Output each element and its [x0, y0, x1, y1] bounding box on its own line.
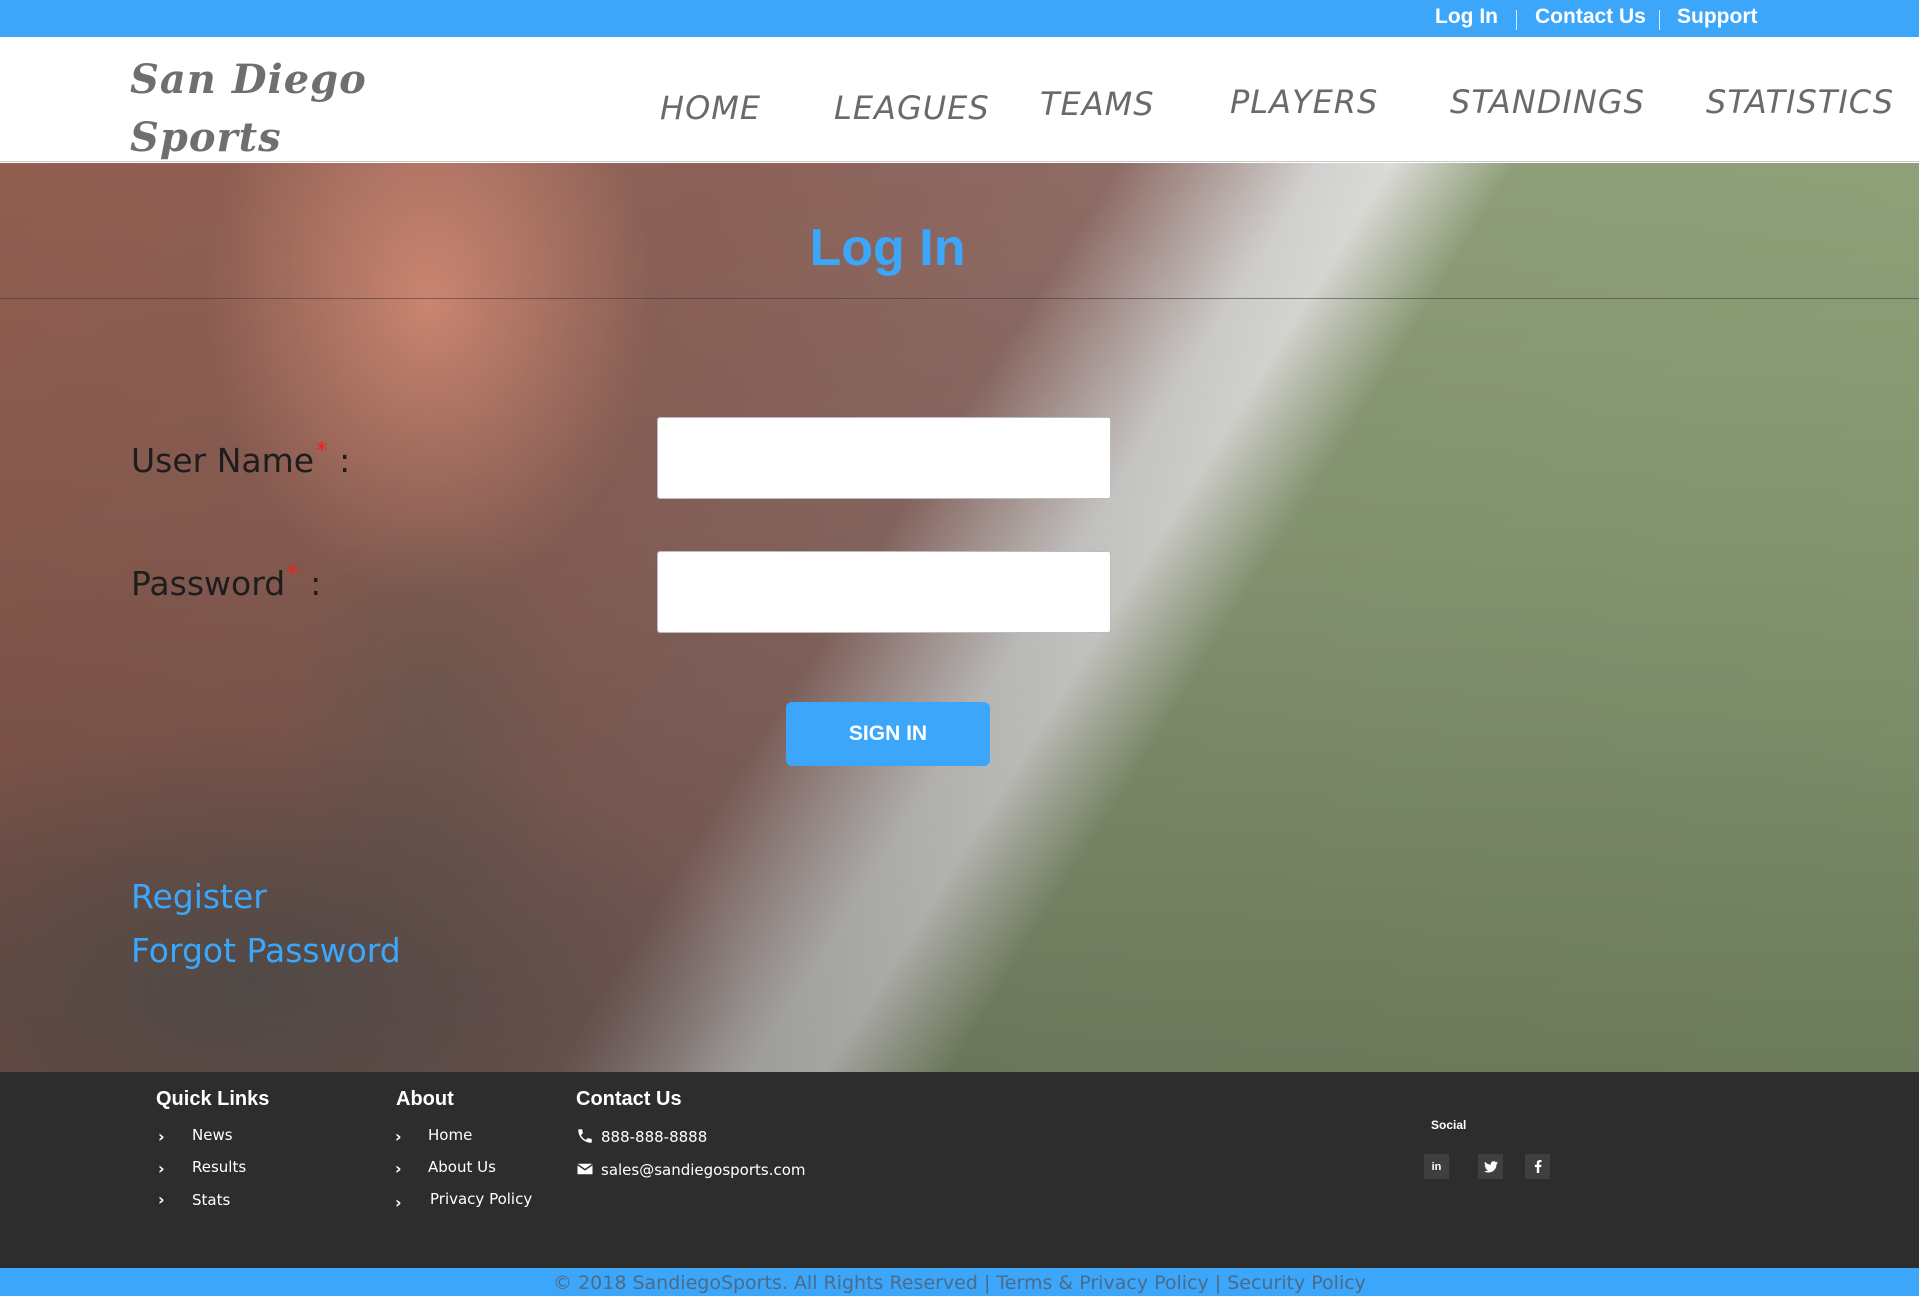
footer-phone: 888-888-8888 [601, 1128, 708, 1146]
login-hero: Log In User Name*: Password*: SIGN IN Re… [0, 163, 1919, 1072]
register-link[interactable]: Register [131, 877, 267, 916]
footer-link-home[interactable]: Home [428, 1126, 472, 1144]
password-input[interactable] [657, 551, 1111, 633]
required-mark: * [316, 439, 328, 464]
footer-link-about-us[interactable]: About Us [428, 1158, 496, 1176]
nav-leagues[interactable]: LEAGUES [834, 89, 990, 127]
chevron-right-icon: › [395, 1127, 402, 1146]
top-utility-bar: Log In Contact Us Support [0, 0, 1919, 37]
footer-link-privacy-policy[interactable]: Privacy Policy [430, 1190, 532, 1208]
username-label-text: User Name [131, 441, 315, 480]
site-logo[interactable]: San Diego Sports [130, 51, 420, 167]
copyright-text: © 2018 SandiegoSports. All Rights Reserv… [553, 1272, 1366, 1294]
label-colon: : [339, 441, 351, 480]
footer-link-news[interactable]: News [192, 1126, 233, 1144]
required-mark: * [287, 562, 299, 587]
twitter-icon[interactable] [1478, 1154, 1503, 1179]
footer-link-results[interactable]: Results [192, 1158, 246, 1176]
phone-icon [578, 1129, 592, 1143]
top-support-link[interactable]: Support [1677, 5, 1757, 29]
chevron-right-icon: › [395, 1193, 402, 1212]
nav-home[interactable]: HOME [660, 89, 761, 127]
label-colon: : [310, 564, 322, 603]
nav-teams[interactable]: TEAMS [1040, 85, 1155, 123]
social-heading: Social [1431, 1118, 1467, 1132]
quick-links-heading: Quick Links [156, 1088, 270, 1110]
top-login-link[interactable]: Log In [1435, 5, 1498, 29]
linkedin-icon[interactable]: in [1424, 1154, 1449, 1179]
chevron-right-icon: › [158, 1190, 165, 1209]
about-heading: About [396, 1088, 454, 1110]
nav-standings[interactable]: STANDINGS [1450, 83, 1645, 121]
chevron-right-icon: › [158, 1127, 165, 1146]
logo-line-1: San Diego [130, 56, 367, 103]
sign-in-button[interactable]: SIGN IN [786, 702, 990, 766]
facebook-icon[interactable] [1525, 1154, 1550, 1179]
footer-link-stats[interactable]: Stats [192, 1191, 230, 1209]
title-divider [0, 298, 1919, 299]
password-label: Password*: [131, 562, 322, 603]
footer-email[interactable]: sales@sandiegosports.com [601, 1161, 806, 1179]
bottom-bar: © 2018 SandiegoSports. All Rights Reserv… [0, 1268, 1919, 1296]
mail-icon [577, 1163, 593, 1175]
nav-players[interactable]: PLAYERS [1230, 83, 1378, 121]
username-label: User Name*: [131, 439, 351, 480]
username-input[interactable] [657, 417, 1111, 499]
top-divider [1516, 10, 1517, 30]
site-header: San Diego Sports HOME LEAGUES TEAMS PLAY… [0, 37, 1919, 162]
chevron-right-icon: › [158, 1159, 165, 1178]
top-divider [1659, 10, 1660, 30]
forgot-password-link[interactable]: Forgot Password [131, 931, 401, 970]
nav-statistics[interactable]: STATISTICS [1706, 83, 1894, 121]
page-title: Log In [809, 219, 966, 277]
logo-line-2: Sports [130, 114, 282, 161]
password-label-text: Password [131, 564, 286, 603]
site-footer: Quick Links › News › Results › Stats Abo… [0, 1072, 1919, 1268]
chevron-right-icon: › [395, 1159, 402, 1178]
top-contact-link[interactable]: Contact Us [1535, 5, 1646, 29]
contact-heading: Contact Us [576, 1088, 682, 1110]
hero-shadow [0, 683, 860, 1072]
